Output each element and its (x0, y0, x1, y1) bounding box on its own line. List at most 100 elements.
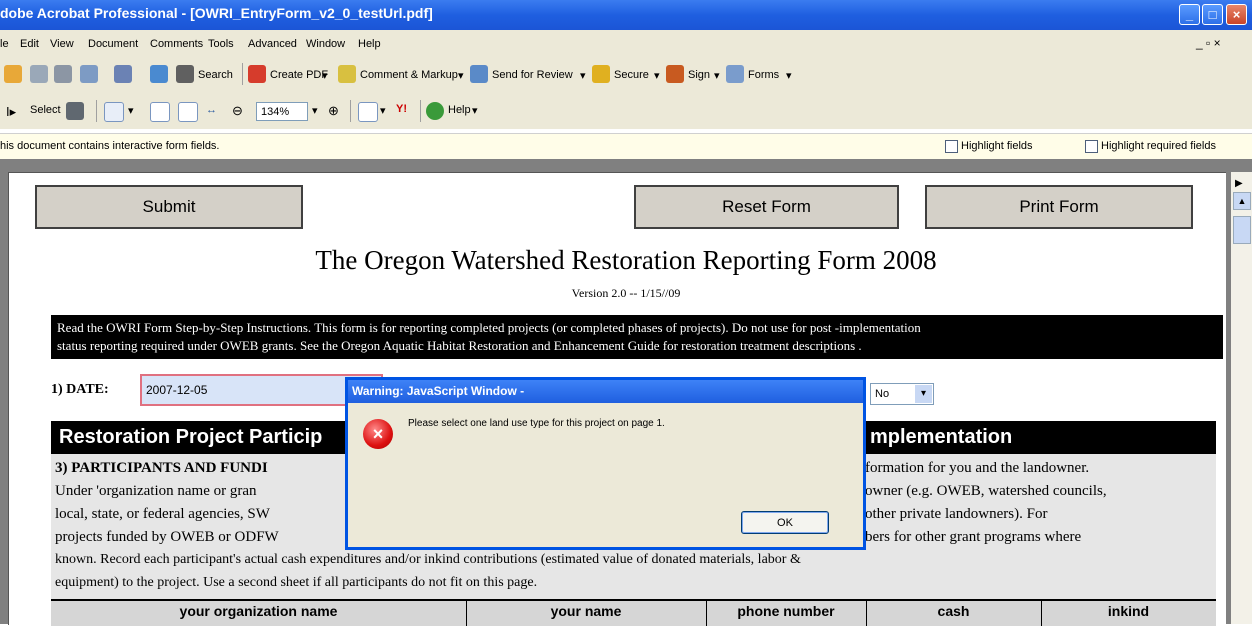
instructions-line-1: Read the OWRI Form Step-by-Step Instruct… (57, 320, 921, 335)
scroll-thumb[interactable] (1233, 216, 1251, 244)
no-select-value: No (875, 388, 890, 400)
menu-edit[interactable]: Edit (20, 38, 39, 50)
help-icon (426, 102, 444, 120)
highlight-fields-checkbox[interactable] (945, 140, 958, 153)
col-inkind: inkind (1107, 603, 1150, 619)
zoom-in-icon[interactable] (104, 102, 124, 122)
tools-toolbar: I▸ Select ▾ ↔ ⊖ 134% ▾ ⊕ ▾ Y! Help ▾ (0, 92, 1252, 129)
toolbar-separator (242, 63, 243, 85)
attach-icon[interactable] (114, 65, 132, 83)
print-form-button[interactable]: Print Form (925, 185, 1193, 229)
submit-button[interactable]: Submit (35, 185, 303, 229)
doc-window-controls[interactable]: _ ▫ × (1196, 36, 1221, 50)
snapshot-icon[interactable] (66, 102, 84, 120)
chevron-down-icon[interactable]: ▾ (915, 385, 932, 403)
select-cursor-icon: I▸ (6, 104, 17, 119)
comment-icon (338, 65, 356, 83)
organizer-icon[interactable] (80, 65, 98, 83)
col-your-name: your name (550, 603, 622, 619)
menu-tools[interactable]: Tools (208, 38, 234, 50)
instructions-line-2: status reporting required under OWEB gra… (57, 338, 862, 353)
dialog-title: Warning: JavaScript Window - (348, 380, 863, 403)
expand-pane-icon[interactable]: ▶ (1235, 178, 1243, 189)
interactive-fields-message: his document contains interactive form f… (0, 140, 220, 152)
col-phone-number: phone number (737, 603, 835, 619)
scroll-up-icon[interactable]: ▲ (1233, 192, 1251, 210)
fit-width-icon[interactable]: ↔ (206, 104, 217, 116)
actual-size-icon[interactable] (150, 102, 170, 122)
chevron-down-icon[interactable]: ▾ (458, 69, 464, 82)
comment-markup-button[interactable]: Comment & Markup (360, 69, 458, 81)
error-icon: × (363, 419, 393, 449)
save-icon[interactable] (30, 65, 48, 83)
fit-page-icon[interactable] (178, 102, 198, 122)
chevron-down-icon[interactable]: ▾ (654, 69, 660, 82)
zoom-out-icon[interactable]: ⊖ (232, 103, 243, 119)
participants-heading: 3) PARTICIPANTS AND FUNDI (55, 460, 268, 476)
form-version: Version 2.0 -- 1/15//09 (571, 286, 681, 300)
sign-button[interactable]: Sign (688, 69, 710, 81)
para-line-5: known. Record each participant's actual … (55, 552, 801, 567)
para-line-2-right: owner (e.g. OWEB, watershed councils, (865, 483, 1107, 499)
window-title: dobe Acrobat Professional - [OWRI_EntryF… (0, 5, 433, 21)
highlight-required-checkbox[interactable] (1085, 140, 1098, 153)
chevron-down-icon[interactable]: ▾ (714, 69, 720, 82)
search-icon[interactable] (176, 65, 194, 83)
toolbar-separator (420, 100, 421, 122)
col-organization-name: your organization name (179, 603, 338, 619)
lock-icon (592, 65, 610, 83)
help-button[interactable]: Help (448, 104, 471, 116)
menu-help[interactable]: Help (358, 38, 381, 50)
minimize-button[interactable]: _ (1179, 4, 1200, 25)
menu-file[interactable]: le (0, 38, 9, 50)
para-line-1-right: formation for you and the landowner. (865, 460, 1090, 476)
para-line-4-right: bers for other grant programs where (865, 529, 1082, 545)
close-button[interactable]: × (1226, 4, 1247, 25)
create-pdf-button[interactable]: Create PDF (270, 69, 328, 81)
chevron-down-icon[interactable]: ▾ (380, 104, 386, 117)
print-icon[interactable] (54, 65, 72, 83)
vertical-scrollbar[interactable]: ▶ ▲ (1231, 172, 1252, 624)
dialog-message: Please select one land use type for this… (408, 418, 665, 429)
send-review-button[interactable]: Send for Review (492, 69, 573, 81)
menu-comments[interactable]: Comments (150, 38, 203, 50)
toolbar-separator (350, 100, 351, 122)
forms-button[interactable]: Forms (748, 69, 779, 81)
para-line-6: equipment) to the project. Use a second … (55, 575, 538, 590)
email-icon[interactable] (150, 65, 168, 83)
zoom-level-field[interactable]: 134% (256, 102, 308, 121)
menu-document[interactable]: Document (88, 38, 138, 50)
chevron-down-icon[interactable]: ▾ (322, 69, 328, 82)
send-review-icon (470, 65, 488, 83)
para-line-4-left: projects funded by OWEB or ODFW (55, 529, 279, 545)
instructions-box: Read the OWRI Form Step-by-Step Instruct… (51, 315, 1223, 359)
no-select-field[interactable]: No ▾ (870, 383, 934, 405)
file-toolbar: Search Create PDF ▾ Comment & Markup ▾ S… (0, 57, 1252, 92)
form-title: The Oregon Watershed Restoration Reporti… (315, 245, 937, 275)
chevron-down-icon[interactable]: ▾ (786, 69, 792, 82)
section-header-right: mplementation (870, 426, 1013, 448)
ok-button[interactable]: OK (741, 511, 829, 534)
chevron-down-icon[interactable]: ▾ (472, 104, 478, 117)
reset-form-button[interactable]: Reset Form (634, 185, 899, 229)
secure-button[interactable]: Secure (614, 69, 649, 81)
chevron-down-icon[interactable]: ▾ (312, 104, 318, 117)
chevron-down-icon[interactable]: ▾ (580, 69, 586, 82)
open-icon[interactable] (4, 65, 22, 83)
maximize-button[interactable]: □ (1202, 4, 1223, 25)
rotate-view-icon[interactable] (358, 102, 378, 122)
search-button[interactable]: Search (198, 69, 233, 81)
yahoo-icon[interactable]: Y! (396, 103, 407, 115)
toolbar-separator (96, 100, 97, 122)
section-header-left: Restoration Project Particip (59, 426, 323, 448)
para-line-2-left: Under 'organization name or gran (55, 483, 257, 499)
select-button[interactable]: Select (30, 104, 61, 116)
chevron-down-icon[interactable]: ▾ (128, 104, 134, 117)
date-label: 1) DATE: (51, 382, 109, 397)
highlight-required-label: Highlight required fields (1101, 140, 1216, 152)
menu-view[interactable]: View (50, 38, 74, 50)
zoom-in-plus-icon[interactable]: ⊕ (328, 103, 339, 119)
para-line-3-left: local, state, or federal agencies, SW (55, 506, 270, 522)
menu-window[interactable]: Window (306, 38, 345, 50)
menu-advanced[interactable]: Advanced (248, 38, 297, 50)
